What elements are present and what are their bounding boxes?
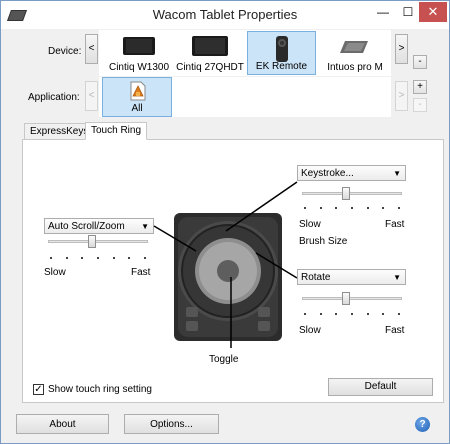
about-button[interactable]: About: [16, 414, 109, 434]
chevron-down-icon: ▼: [141, 222, 149, 231]
tab-touch-ring[interactable]: Touch Ring: [85, 122, 148, 140]
title-bar: Wacom Tablet Properties — ☐ ✕: [1, 1, 449, 29]
top-function-dropdown[interactable]: Keystroke... ▼: [297, 165, 406, 181]
top-speed-slider-thumb[interactable]: [342, 187, 350, 200]
top-fast-label: Fast: [385, 219, 405, 230]
top-speed-slider-track: [302, 192, 402, 195]
left-function-value: Auto Scroll/Zoom: [48, 221, 125, 232]
left-speed-slider-track: [48, 240, 148, 243]
remote-icon: [276, 36, 288, 62]
device-item-intuos-pro-m[interactable]: Intuos pro M: [319, 31, 391, 75]
remove-application-button[interactable]: -: [413, 98, 427, 112]
close-button[interactable]: ✕: [419, 2, 447, 22]
bottom-function-dropdown[interactable]: Rotate ▼: [297, 269, 406, 285]
toggle-label: Toggle: [209, 354, 239, 365]
device-label-text: EK Remote: [255, 61, 308, 72]
top-speed-ticks: [304, 207, 400, 210]
device-scroll-right-button[interactable]: >: [395, 34, 408, 64]
application-scroll-left-button[interactable]: <: [85, 81, 98, 111]
remove-device-button[interactable]: -: [413, 55, 427, 69]
device-label-text: Cintiq 27QHDT: [176, 62, 244, 73]
left-speed-ticks: [50, 257, 146, 260]
bottom-speed-slider-track: [302, 297, 402, 300]
device-item-ek-remote[interactable]: EK Remote: [247, 31, 316, 75]
display-tablet-icon: [123, 37, 155, 55]
device-item-cintiq-27qhdt[interactable]: Cintiq 27QHDT: [174, 31, 246, 75]
device-item-cintiq-w1300[interactable]: Cintiq W1300: [104, 31, 174, 75]
left-slow-label: Slow: [44, 267, 66, 278]
display-tablet-icon: [192, 36, 228, 56]
show-touch-ring-label: Show touch ring setting: [48, 384, 152, 395]
help-icon[interactable]: ?: [415, 417, 430, 432]
checkmark-icon: ✓: [34, 384, 43, 395]
default-button[interactable]: Default: [328, 378, 433, 396]
device-label-text: Intuos pro M: [327, 62, 383, 73]
top-function-value: Keystroke...: [301, 168, 354, 179]
top-subtitle-label: Brush Size: [299, 236, 348, 247]
chevron-down-icon: ▼: [393, 169, 401, 178]
show-touch-ring-checkbox[interactable]: ✓: [33, 384, 44, 395]
pen-tablet-icon: [340, 41, 368, 53]
application-label: Application:: [28, 92, 80, 103]
application-label-text: All: [131, 103, 143, 114]
all-apps-icon: [130, 81, 146, 101]
left-speed-slider-thumb[interactable]: [88, 235, 96, 248]
bottom-speed-ticks: [304, 313, 400, 316]
tab-expresskeys[interactable]: ExpressKeys: [24, 123, 95, 140]
left-function-dropdown[interactable]: Auto Scroll/Zoom ▼: [44, 218, 154, 234]
device-label: Device:: [48, 46, 82, 57]
chevron-down-icon: ▼: [393, 273, 401, 282]
left-fast-label: Fast: [131, 267, 151, 278]
callout-lines: [153, 181, 298, 348]
top-slow-label: Slow: [299, 219, 321, 230]
bottom-slow-label: Slow: [299, 325, 321, 336]
bottom-speed-slider-thumb[interactable]: [342, 292, 350, 305]
options-button[interactable]: Options...: [124, 414, 219, 434]
bottom-fast-label: Fast: [385, 325, 405, 336]
application-scroll-right-button[interactable]: >: [395, 81, 408, 111]
minimize-button[interactable]: —: [371, 2, 395, 22]
device-label-text: Cintiq W1300: [108, 62, 170, 73]
device-scroll-left-button[interactable]: <: [85, 34, 98, 64]
application-item-all[interactable]: All: [102, 77, 172, 117]
bottom-function-value: Rotate: [301, 272, 331, 283]
add-application-button[interactable]: +: [413, 80, 427, 94]
maximize-button[interactable]: ☐: [396, 2, 420, 22]
properties-window: Wacom Tablet Properties — ☐ ✕ Device: < …: [0, 0, 450, 444]
